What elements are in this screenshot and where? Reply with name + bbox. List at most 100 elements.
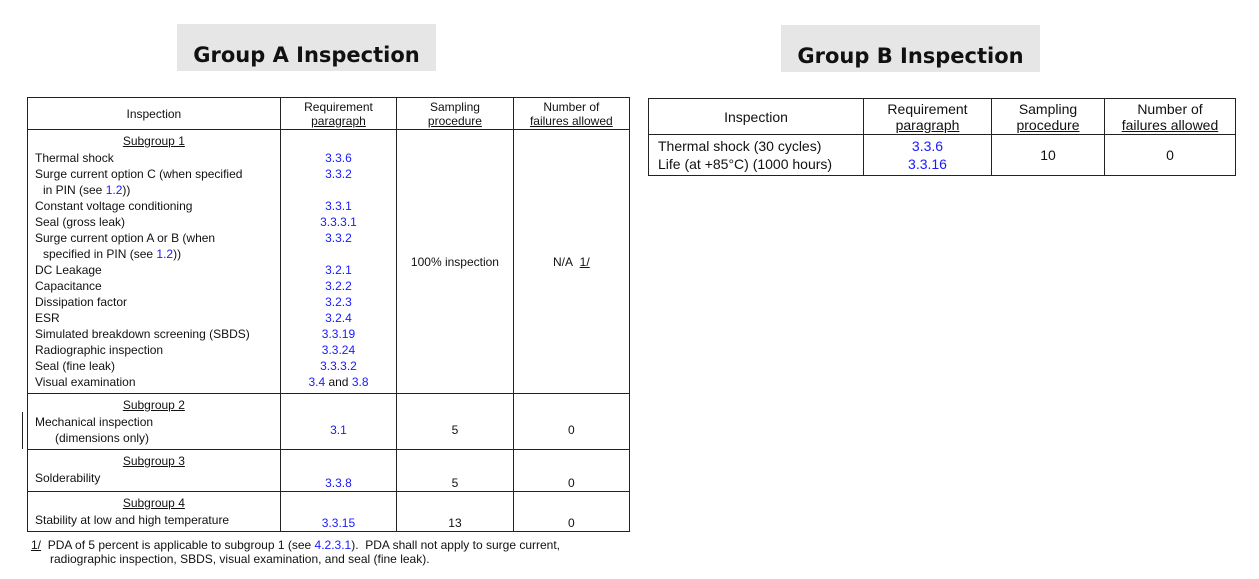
ref-link[interactable]: 3.2.2 bbox=[281, 278, 397, 294]
list-item: Solderability bbox=[35, 471, 101, 485]
header-sampling-l1: Sampling bbox=[429, 99, 480, 114]
ref-link[interactable]: 3.4 bbox=[308, 375, 325, 389]
list-item-continuation: specified in PIN (see 1.2)) bbox=[28, 246, 280, 262]
list-item: Capacitance bbox=[35, 279, 102, 293]
link-1-2[interactable]: 1.2 bbox=[106, 183, 123, 197]
ref-link[interactable]: 3.3.15 bbox=[279, 491, 398, 532]
subgroup-1-failures: N/A 1/ bbox=[512, 129, 631, 394]
subgroup-3-row: Subgroup 3 Solderability 3.3.8 5 0 bbox=[27, 449, 631, 492]
list-item: Thermal shock bbox=[35, 151, 114, 165]
header-sampling: Sampling procedure bbox=[396, 97, 514, 130]
group-b-sampling: 10 bbox=[991, 134, 1105, 176]
subgroup-4-row: Subgroup 4 Stability at low and high tem… bbox=[27, 491, 631, 532]
list-item: Dissipation factor bbox=[35, 295, 128, 309]
text: specified in PIN (see bbox=[43, 247, 157, 261]
ref-link[interactable]: 3.3.24 bbox=[281, 342, 397, 358]
header-row: Inspection Requirement paragraph Sampling… bbox=[648, 98, 1236, 135]
subgroup-3-failures: 0 bbox=[512, 449, 631, 492]
group-b-failures: 0 bbox=[1104, 134, 1236, 176]
group-b-refs: 3.3.6 3.3.16 bbox=[863, 134, 992, 176]
header-requirement: Requirement paragraph bbox=[863, 98, 992, 135]
ref-link[interactable]: 3.3.19 bbox=[281, 326, 397, 342]
header-failures: Number of failures allowed bbox=[1104, 98, 1236, 135]
ref-link[interactable]: 3.2.1 bbox=[281, 262, 397, 278]
footnote-ref: 1/ bbox=[579, 254, 590, 269]
group-b-table: Inspection Requirement paragraph Sampling… bbox=[648, 98, 1236, 176]
group-b-items: Thermal shock (30 cycles) Life (at +85°C… bbox=[648, 134, 864, 176]
header-sampling-l1: Sampling bbox=[1018, 100, 1078, 117]
header-inspection-label: Inspection bbox=[126, 106, 182, 121]
subgroup-1-title: Subgroup 1 bbox=[122, 134, 185, 148]
list-item: Life (at +85°C) (1000 hours) bbox=[658, 156, 833, 172]
subgroup-3-title: Subgroup 3 bbox=[122, 454, 185, 468]
link-1-2[interactable]: 1.2 bbox=[156, 247, 173, 261]
group-a-title: Group A Inspection bbox=[177, 24, 436, 71]
subgroup-4-failures: 0 bbox=[512, 491, 631, 532]
ref-link[interactable]: 3.8 bbox=[352, 375, 369, 389]
ref-link[interactable]: 3.3.1 bbox=[281, 198, 397, 214]
header-row: Inspection Requirement paragraph Sampling… bbox=[27, 97, 631, 130]
group-a-table: Inspection Requirement paragraph Sampling… bbox=[27, 97, 631, 532]
header-sampling-l2: procedure bbox=[427, 113, 482, 128]
list-item: Mechanical inspection bbox=[35, 415, 154, 429]
ref-link[interactable]: 3.1 bbox=[279, 393, 398, 450]
failures-value: N/A bbox=[552, 254, 573, 269]
ref-link[interactable]: 3.3.16 bbox=[864, 155, 991, 173]
subgroup-1-row: Subgroup 1 Thermal shock Surge current o… bbox=[27, 129, 631, 394]
list-item: DC Leakage bbox=[35, 263, 102, 277]
ref-link[interactable]: 3.2.3 bbox=[281, 294, 397, 310]
footnote-text: ). PDA shall not apply to surge current, bbox=[351, 538, 561, 552]
list-item: Seal (fine leak) bbox=[35, 359, 116, 373]
footnote-text: radiographic inspection, SBDS, visual ex… bbox=[50, 552, 430, 566]
ref-link[interactable]: 3.3.2 bbox=[281, 230, 397, 246]
link-4-2-3-1[interactable]: 4.2.3.1 bbox=[315, 538, 352, 552]
ref-joiner: and bbox=[325, 375, 352, 389]
subgroup-2-failures: 0 bbox=[512, 393, 631, 450]
ref-cell: 3.4 and 3.8 bbox=[281, 374, 397, 390]
subgroup-2-items: Subgroup 2 Mechanical inspection (dimens… bbox=[27, 393, 281, 450]
list-item: Radiographic inspection bbox=[35, 343, 164, 357]
footnote-text: PDA of 5 percent is applicable to subgro… bbox=[47, 538, 315, 552]
subgroup-4-title: Subgroup 4 bbox=[122, 496, 185, 510]
header-failures-l2: failures allowed bbox=[529, 113, 613, 128]
ref-link[interactable]: 3.3.3.2 bbox=[281, 358, 397, 374]
subgroup-1-refs: 3.3.6 3.3.2 3.3.1 3.3.3.1 3.3.2 3.2.1 3.… bbox=[279, 129, 398, 394]
header-inspection-label: Inspection bbox=[724, 108, 788, 125]
header-inspection: Inspection bbox=[648, 98, 864, 135]
list-item: ESR bbox=[35, 311, 60, 325]
list-item: Constant voltage conditioning bbox=[35, 199, 193, 213]
header-failures-l2: failures allowed bbox=[1121, 116, 1219, 133]
ref-link[interactable]: 3.3.2 bbox=[281, 166, 397, 182]
ref-link[interactable]: 3.3.6 bbox=[864, 137, 991, 155]
header-requirement: Requirement paragraph bbox=[279, 97, 398, 130]
table-row: Thermal shock (30 cycles) Life (at +85°C… bbox=[648, 134, 1236, 176]
subgroup-3-sampling: 5 bbox=[396, 449, 514, 492]
header-sampling: Sampling procedure bbox=[991, 98, 1105, 135]
ref-link[interactable]: 3.3.6 bbox=[281, 150, 397, 166]
text: in PIN (see bbox=[43, 183, 106, 197]
subgroup-4-items: Subgroup 4 Stability at low and high tem… bbox=[27, 491, 281, 532]
header-failures: Number of failures allowed bbox=[512, 97, 631, 130]
group-b-title: Group B Inspection bbox=[781, 25, 1040, 72]
list-item: Visual examination bbox=[35, 375, 136, 389]
ref-link[interactable]: 3.2.4 bbox=[281, 310, 397, 326]
ref-link[interactable]: 3.3.3.1 bbox=[281, 214, 397, 230]
list-item: Seal (gross leak) bbox=[35, 215, 126, 229]
subgroup-2-title: Subgroup 2 bbox=[122, 398, 185, 412]
header-requirement-l2: paragraph bbox=[895, 116, 960, 133]
header-inspection: Inspection bbox=[27, 97, 281, 130]
list-item: Thermal shock (30 cycles) bbox=[658, 138, 822, 154]
list-item: Simulated breakdown screening (SBDS) bbox=[35, 327, 250, 341]
list-item: Surge current option C (when specified bbox=[35, 167, 243, 181]
header-requirement-l1: Requirement bbox=[304, 99, 373, 114]
ref-link[interactable]: 3.3.8 bbox=[279, 449, 398, 492]
text: )) bbox=[173, 247, 182, 261]
subgroup-3-items: Subgroup 3 Solderability bbox=[27, 449, 281, 492]
header-sampling-l2: procedure bbox=[1016, 116, 1080, 133]
list-item: Surge current option A or B (when bbox=[35, 231, 216, 245]
header-requirement-l1: Requirement bbox=[887, 100, 968, 117]
header-failures-l1: Number of bbox=[543, 99, 600, 114]
list-item-continuation: (dimensions only) bbox=[55, 431, 150, 445]
subgroup-4-sampling: 13 bbox=[396, 491, 514, 532]
list-item-continuation: in PIN (see 1.2)) bbox=[28, 182, 280, 198]
